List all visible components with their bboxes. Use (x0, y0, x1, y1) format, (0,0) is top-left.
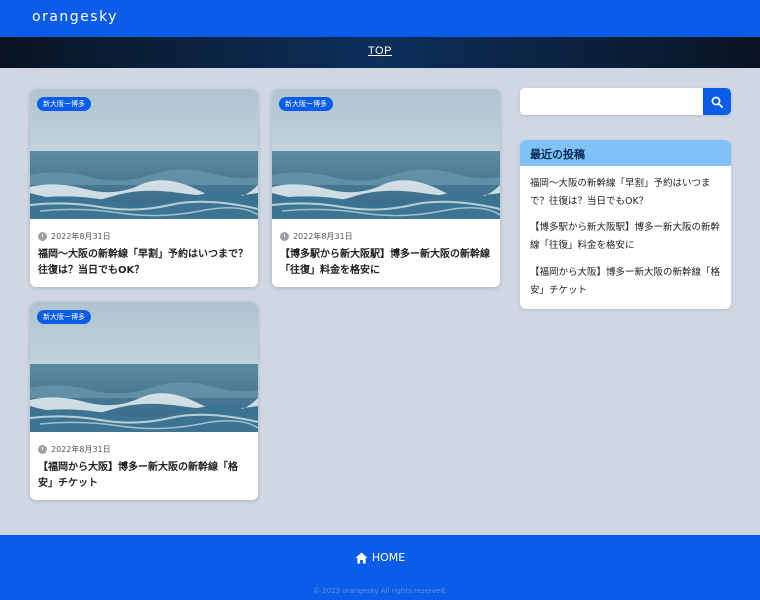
home-label: HOME (371, 551, 406, 564)
search-button[interactable] (703, 88, 731, 115)
clock-icon (280, 231, 289, 241)
recent-post-link[interactable]: 【福岡から大阪】博多ー新大阪の新幹線「格安」チケット (530, 264, 725, 300)
recent-posts-widget: 最近の投稿 福岡〜大阪の新幹線「早割」予約はいつまで？往復は？当日でもOK？ 【… (520, 140, 731, 309)
category-tag[interactable]: 新大阪ー博多 (37, 310, 91, 324)
post-title[interactable]: 【博多駅から新大阪駅】博多ー新大阪の新幹線「往復」料金を格安に (280, 247, 494, 279)
footer-home-link[interactable]: HOME (0, 551, 760, 564)
post-date-row: 2022年8月31日 (38, 443, 111, 455)
search-box (520, 88, 731, 115)
post-title[interactable]: 【福岡から大阪】博多ー新大阪の新幹線「格安」チケット (38, 460, 252, 492)
recent-post-link[interactable]: 福岡〜大阪の新幹線「早割」予約はいつまで？往復は？当日でもOK？ (530, 175, 725, 211)
widget-heading: 最近の投稿 (520, 140, 731, 166)
search-icon (711, 96, 723, 108)
site-header: orangesky (0, 0, 760, 37)
nav-top-link[interactable]: TOP (0, 45, 760, 57)
clock-icon (38, 444, 47, 454)
category-tag[interactable]: 新大阪ー博多 (37, 97, 91, 111)
post-title[interactable]: 福岡〜大阪の新幹線「早割」予約はいつまで？往復は？当日でもOK？ (38, 247, 252, 279)
post-card[interactable]: 新大阪ー博多 2022年8月31日 【博多駅から新大阪駅】博多ー新大阪の新幹線「… (272, 89, 500, 287)
category-tag[interactable]: 新大阪ー博多 (279, 97, 333, 111)
recent-post-link[interactable]: 【博多駅から新大阪駅】博多ー新大阪の新幹線「往復」料金を格安に (530, 219, 725, 255)
post-card[interactable]: 新大阪ー博多 2022年8月31日 福岡〜大阪の新幹線「早割」予約はいつまで？往… (30, 89, 258, 287)
clock-icon (38, 231, 47, 241)
copyright-text: © 2023 orangesky All rights reserved. (313, 587, 447, 595)
site-logo[interactable]: orangesky (32, 9, 118, 25)
site-footer: HOME © 2023 orangesky All rights reserve… (0, 535, 760, 600)
home-icon (355, 552, 368, 563)
post-date: 2022年8月31日 (293, 231, 353, 241)
post-card[interactable]: 新大阪ー博多 2022年8月31日 【福岡から大阪】博多ー新大阪の新幹線「格安」… (30, 302, 258, 500)
post-date: 2022年8月31日 (51, 231, 111, 241)
post-date-row: 2022年8月31日 (38, 230, 111, 242)
post-date: 2022年8月31日 (51, 444, 111, 454)
post-date-row: 2022年8月31日 (280, 230, 353, 242)
nav-bar: TOP (0, 37, 760, 68)
search-input[interactable] (520, 88, 703, 115)
